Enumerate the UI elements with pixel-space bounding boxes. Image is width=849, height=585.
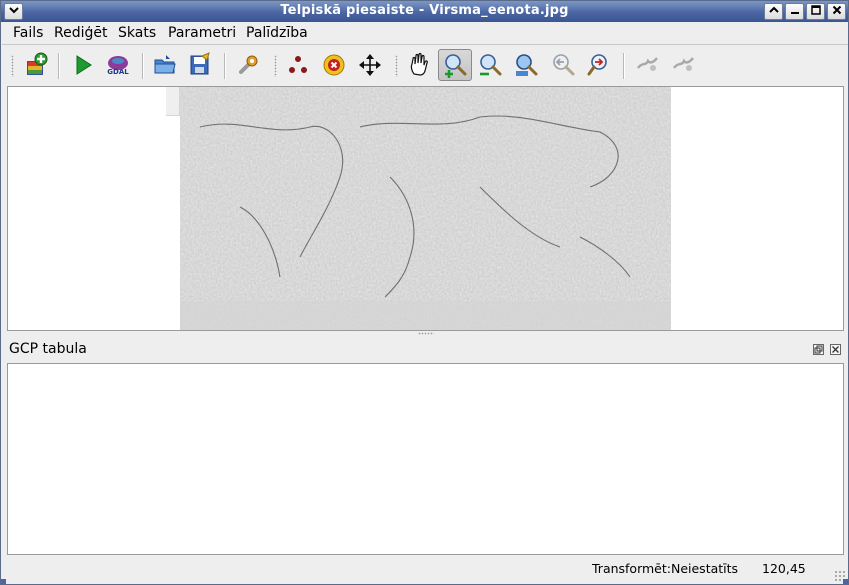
add-point-icon (289, 56, 307, 73)
splitter-handle[interactable] (2, 331, 848, 337)
splitter-grip (418, 332, 434, 335)
window-title: Telpiskā piesaiste - Virsma_eenota.jpg (280, 3, 569, 18)
generate-gdal-script-button[interactable]: GDAL (103, 49, 133, 81)
window-corner (843, 579, 848, 584)
zoom-to-layer-icon (516, 54, 538, 76)
zoom-last-icon (553, 54, 575, 76)
pan-hand-icon (410, 52, 428, 76)
title-bar[interactable]: Telpiskā piesaiste - Virsma_eenota.jpg (1, 1, 848, 22)
toolbar-separator (58, 53, 59, 79)
toolbar-grip[interactable] (11, 55, 14, 77)
save-gcp-points-button[interactable] (185, 49, 215, 81)
menu-view[interactable]: Skats (118, 25, 156, 41)
toolbar-separator (224, 53, 225, 79)
delete-point-icon (323, 54, 345, 76)
map-canvas[interactable] (7, 86, 844, 331)
toolbar-grip[interactable] (274, 55, 277, 77)
open-raster-icon (27, 52, 48, 75)
delete-point-button[interactable] (319, 49, 349, 81)
window-corner (1, 579, 6, 584)
link-qgis-icon (673, 57, 694, 71)
zoom-last-button[interactable] (548, 49, 578, 81)
link-georeferencer-button[interactable] (632, 49, 662, 81)
canvas-edge (166, 87, 180, 116)
close-icon (832, 5, 841, 15)
start-georeferencing-icon (76, 55, 92, 75)
wrench-icon (239, 55, 258, 74)
zoom-in-button[interactable] (438, 49, 472, 81)
raster-image[interactable] (180, 87, 671, 331)
gcp-table[interactable] (7, 363, 844, 555)
close-button[interactable] (827, 3, 846, 20)
close-icon (832, 346, 839, 353)
coordinates-display: 120,45 (762, 561, 806, 576)
minimize-icon (790, 12, 799, 14)
open-raster-button[interactable] (21, 49, 51, 81)
minimize-button[interactable] (785, 3, 804, 20)
load-gcp-points-button[interactable] (150, 49, 180, 81)
zoom-next-icon (587, 54, 607, 76)
transformation-settings-button[interactable] (233, 49, 263, 81)
generate-gdal-script-icon: GDAL (107, 56, 129, 76)
dock-close-button[interactable] (830, 344, 841, 355)
float-icon (814, 345, 823, 354)
menu-help[interactable]: Palīdzība (246, 25, 308, 41)
zoom-out-icon (480, 54, 502, 76)
menu-bar: Fails Rediģēt Skats Parametri Palīdzība (2, 23, 848, 43)
load-gcp-points-icon (154, 55, 176, 74)
add-point-button[interactable] (283, 49, 313, 81)
link-qgis-button[interactable] (668, 49, 698, 81)
zoom-to-layer-button[interactable] (511, 49, 541, 81)
chevron-up-icon (768, 6, 779, 13)
svg-text:GDAL: GDAL (107, 68, 129, 76)
link-georeferencer-icon (637, 57, 658, 71)
start-georeferencing-button[interactable] (68, 49, 98, 81)
transform-status: Transformēt:Neiestatīts (592, 561, 739, 576)
dock-float-button[interactable] (813, 344, 824, 355)
move-gcp-point-button[interactable] (355, 49, 385, 81)
shade-button[interactable] (764, 3, 783, 20)
zoom-out-button[interactable] (475, 49, 505, 81)
toolbar-separator (623, 53, 624, 79)
status-bar: Transformēt:Neiestatīts 120,45 (2, 556, 848, 584)
toolbar: GDAL (2, 45, 848, 85)
zoom-next-button[interactable] (584, 49, 614, 81)
menu-edit[interactable]: Rediģēt (54, 25, 107, 41)
dock-title: GCP tabula (9, 341, 87, 357)
menu-settings[interactable]: Parametri (168, 25, 236, 41)
maximize-icon (810, 5, 821, 15)
pan-button[interactable] (404, 49, 434, 81)
zoom-in-icon (445, 54, 467, 78)
move-arrows-icon (359, 54, 381, 76)
toolbar-grip[interactable] (395, 55, 398, 77)
save-gcp-points-icon (190, 52, 210, 75)
toolbar-separator (142, 53, 143, 79)
maximize-button[interactable] (806, 3, 825, 20)
menu-file[interactable]: Fails (13, 25, 43, 41)
georeferencer-window: Telpiskā piesaiste - Virsma_eenota.jpg F… (0, 0, 849, 585)
